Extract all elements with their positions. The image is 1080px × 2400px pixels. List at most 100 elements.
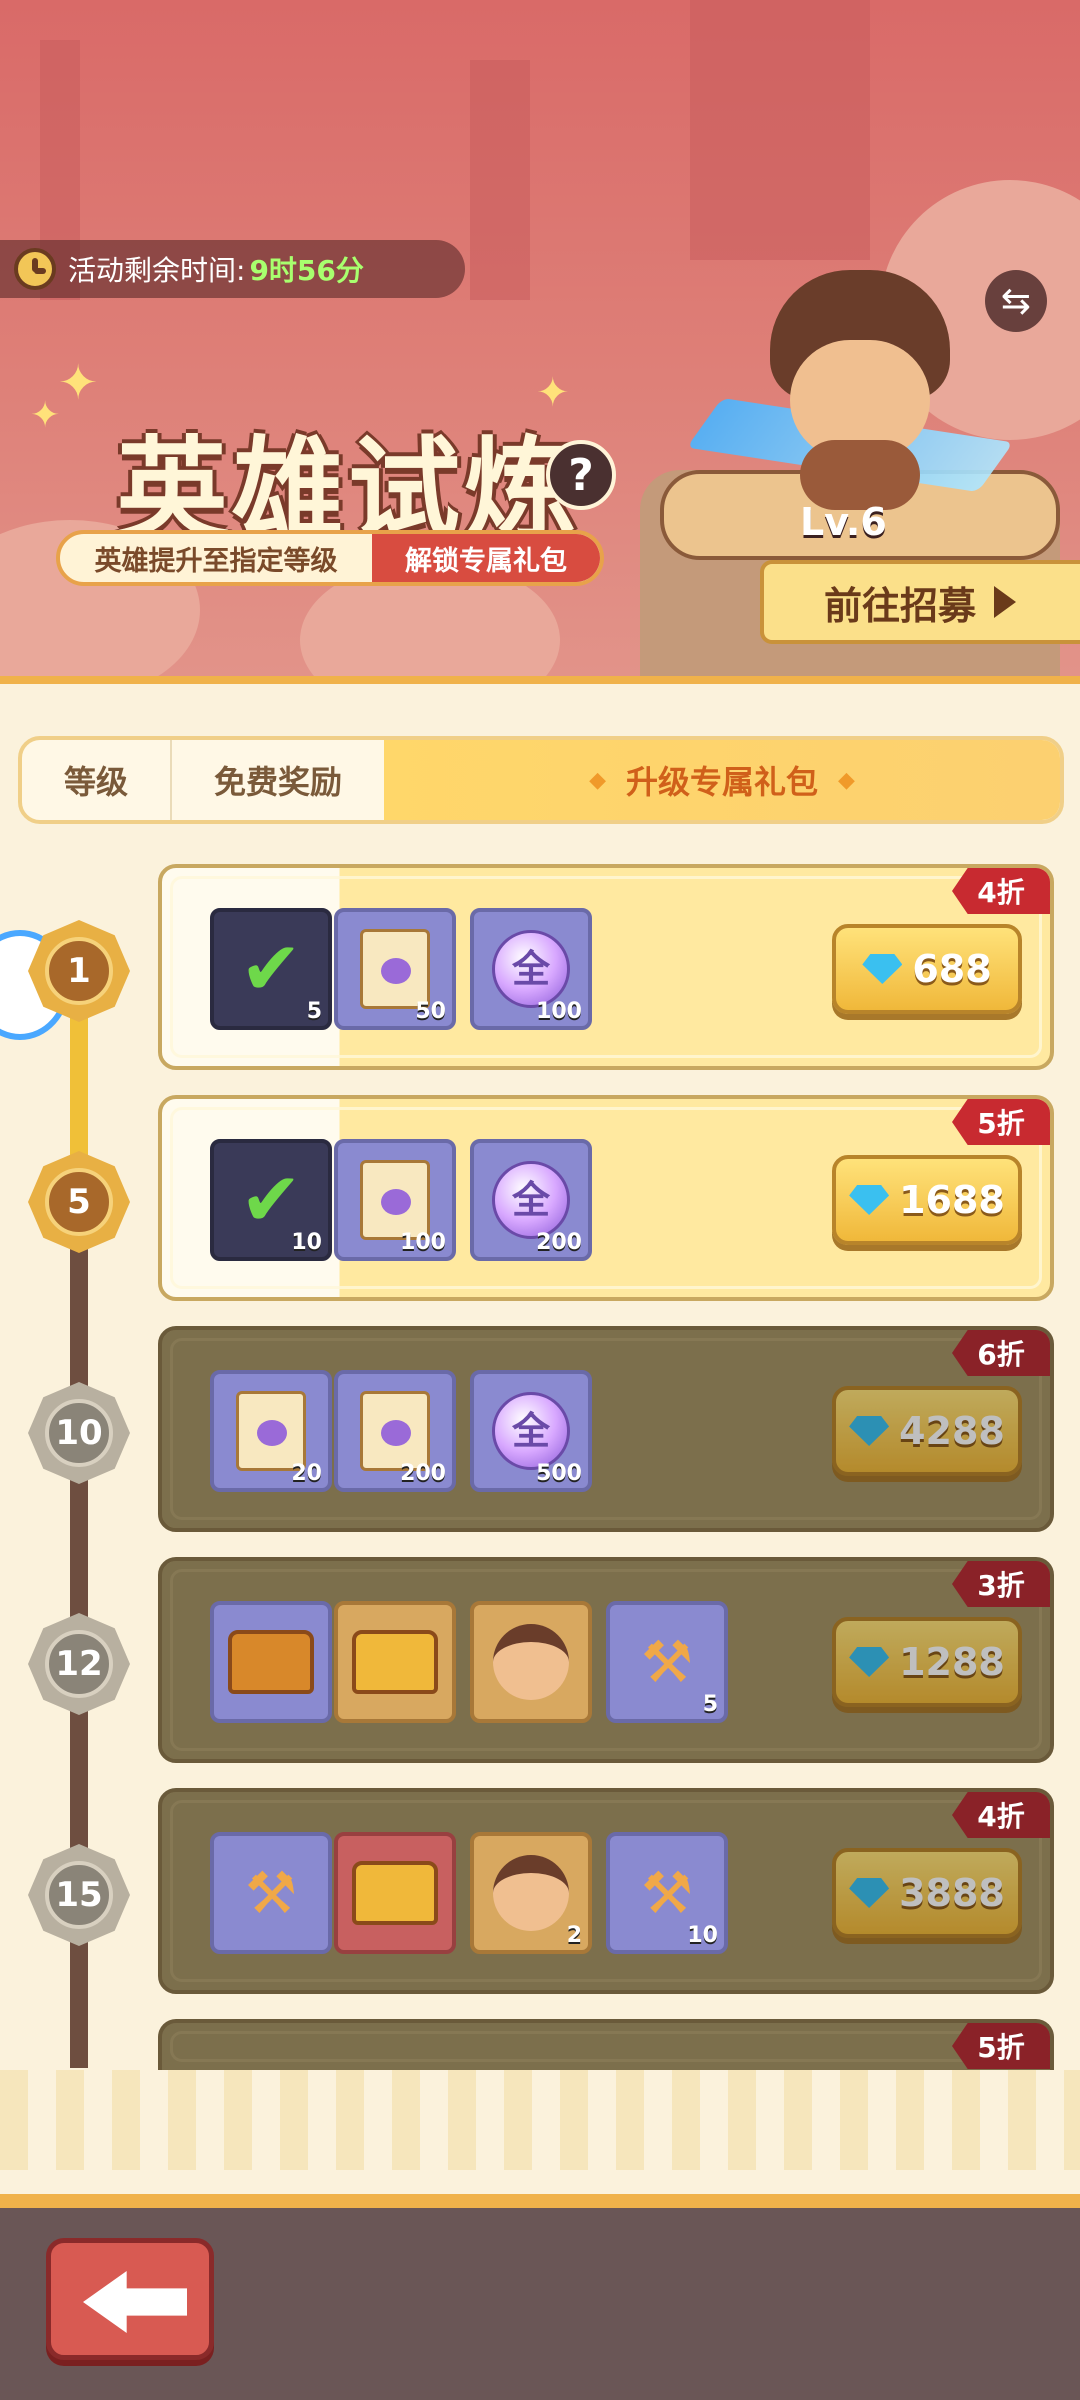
gift-pack-card[interactable]: 5折	[158, 2019, 1054, 2070]
reward-item[interactable]: ⚒ 5	[606, 1601, 728, 1723]
reward-quantity: 500	[536, 1461, 582, 1486]
reward-item[interactable]: 200	[334, 1370, 456, 1492]
level-node-value: 10	[45, 1399, 113, 1467]
reward-item[interactable]: 50	[334, 908, 456, 1030]
level-node: 10	[28, 1382, 130, 1484]
reward-item[interactable]: ✔ 10	[210, 1139, 332, 1261]
gift-pack-card[interactable]: 6折 20 200 全 500 4288	[158, 1326, 1054, 1532]
diamond-deco-icon: ◆	[589, 767, 606, 793]
all-orb-icon: 全	[492, 930, 570, 1008]
check-icon: ✔	[239, 926, 303, 1012]
reward-quantity: 2	[566, 1923, 582, 1948]
level-node-value: 5	[45, 1168, 113, 1236]
tab-upgrade-packs[interactable]: ◆ 升级专属礼包 ◆	[384, 740, 1060, 820]
price-value: 688	[912, 947, 992, 991]
tab-level-label: 等级	[63, 763, 128, 801]
reward-quantity: 200	[536, 1230, 582, 1255]
castle-spire	[470, 60, 530, 300]
gem-icon	[849, 1185, 890, 1215]
hero-avatar[interactable]	[760, 270, 960, 510]
diamond-deco-icon: ◆	[838, 767, 855, 793]
gem-icon	[849, 1416, 890, 1446]
level-node-value: 15	[45, 1861, 113, 1929]
hammer-icon: ⚒	[641, 1628, 693, 1696]
reward-quantity: 5	[306, 999, 322, 1024]
buy-button[interactable]: 1688	[832, 1155, 1022, 1245]
reward-quantity: 10	[687, 1923, 718, 1948]
level-node: 1	[28, 920, 130, 1022]
reward-item[interactable]: 全 100	[470, 908, 592, 1030]
recruit-label: 前往招募	[824, 583, 977, 628]
discount-badge: 3折	[952, 1561, 1050, 1607]
tab-free-rewards[interactable]: 免费奖励	[172, 740, 384, 820]
price-value: 3888	[899, 1871, 1005, 1915]
swap-icon[interactable]: ⇆	[985, 270, 1047, 332]
castle-tower	[690, 0, 870, 260]
gift-pack-card[interactable]: 4折 ✔ 5 50 全 100 688	[158, 864, 1054, 1070]
gift-pack-card[interactable]: 3折 ⚒ 5 1288	[158, 1557, 1054, 1763]
mystery-chest-icon	[352, 1630, 438, 1694]
level-node: 12	[28, 1613, 130, 1715]
reward-item[interactable]: 全 200	[470, 1139, 592, 1261]
subtitle-reward: 解锁专属礼包	[372, 534, 600, 582]
reward-item[interactable]: 2	[470, 1832, 592, 1954]
buy-button[interactable]: 1288	[832, 1617, 1022, 1707]
buy-button[interactable]: 3888	[832, 1848, 1022, 1938]
level-node: 15	[28, 1844, 130, 1946]
reward-item[interactable]: 20	[210, 1370, 332, 1492]
price-value: 4288	[899, 1409, 1005, 1453]
recruit-button[interactable]: 前往招募	[760, 560, 1080, 644]
discount-badge: 5折	[952, 1099, 1050, 1145]
price-value: 1688	[899, 1178, 1005, 1222]
discount-badge: 6折	[952, 1330, 1050, 1376]
reward-quantity: 50	[415, 999, 446, 1024]
hammer-icon: ⚒	[641, 1859, 693, 1927]
reward-quantity: 100	[400, 1230, 446, 1255]
all-orb-icon: 全	[492, 1392, 570, 1470]
integral-scroll-icon	[360, 1391, 430, 1471]
reward-item[interactable]: ✔ 5	[210, 908, 332, 1030]
reward-item[interactable]	[334, 1832, 456, 1954]
gift-pack-card[interactable]: 4折 ⚒ 2 ⚒ 10 3888	[158, 1788, 1054, 1994]
buy-button[interactable]: 688	[832, 924, 1022, 1014]
event-subtitle: 英雄提升至指定等级 解锁专属礼包	[56, 530, 604, 586]
timer-label: 活动剩余时间:	[68, 254, 246, 287]
reward-item[interactable]	[334, 1601, 456, 1723]
back-arrow-icon	[83, 2271, 187, 2333]
integral-scroll-icon	[236, 1391, 306, 1471]
gem-icon	[862, 954, 903, 984]
integral-scroll-icon	[360, 929, 430, 1009]
treasure-chest-icon	[228, 1630, 314, 1694]
reward-quantity: 10	[291, 1230, 322, 1255]
level-node: 5	[28, 1151, 130, 1253]
discount-badge: 4折	[952, 868, 1050, 914]
back-button[interactable]	[46, 2238, 214, 2360]
hero-level: Lv.6	[800, 500, 887, 544]
subtitle-condition: 英雄提升至指定等级	[94, 545, 338, 577]
reward-item[interactable]: 全 500	[470, 1370, 592, 1492]
price-value: 1288	[899, 1640, 1005, 1684]
reward-item[interactable]: 100	[334, 1139, 456, 1261]
level-node-value: 12	[45, 1630, 113, 1698]
buy-button[interactable]: 4288	[832, 1386, 1022, 1476]
tab-level[interactable]: 等级	[22, 740, 172, 820]
level-node-value: 1	[45, 937, 113, 1005]
gem-icon	[849, 1878, 890, 1908]
discount-badge: 5折	[952, 2023, 1050, 2069]
all-orb-icon: 全	[492, 1161, 570, 1239]
tab-upgrade-label: 升级专属礼包	[625, 763, 818, 801]
clock-icon	[14, 248, 56, 290]
tab-free-label: 免费奖励	[213, 763, 342, 801]
gift-pack-card[interactable]: 5折 ✔ 10 100 全 200 1688	[158, 1095, 1054, 1301]
sparkle-icon: ✦	[30, 395, 61, 436]
list-fade-border	[0, 2070, 1080, 2170]
reward-item[interactable]: ⚒ 10	[606, 1832, 728, 1954]
reward-item[interactable]	[210, 1601, 332, 1723]
question-icon[interactable]: ?	[546, 440, 616, 510]
check-icon: ✔	[239, 1157, 303, 1243]
hammer-icon: ⚒	[245, 1859, 297, 1927]
reward-item[interactable]: ⚒	[210, 1832, 332, 1954]
mystery-chest-icon	[352, 1861, 438, 1925]
reward-item[interactable]	[470, 1601, 592, 1723]
reward-quantity: 100	[536, 999, 582, 1024]
